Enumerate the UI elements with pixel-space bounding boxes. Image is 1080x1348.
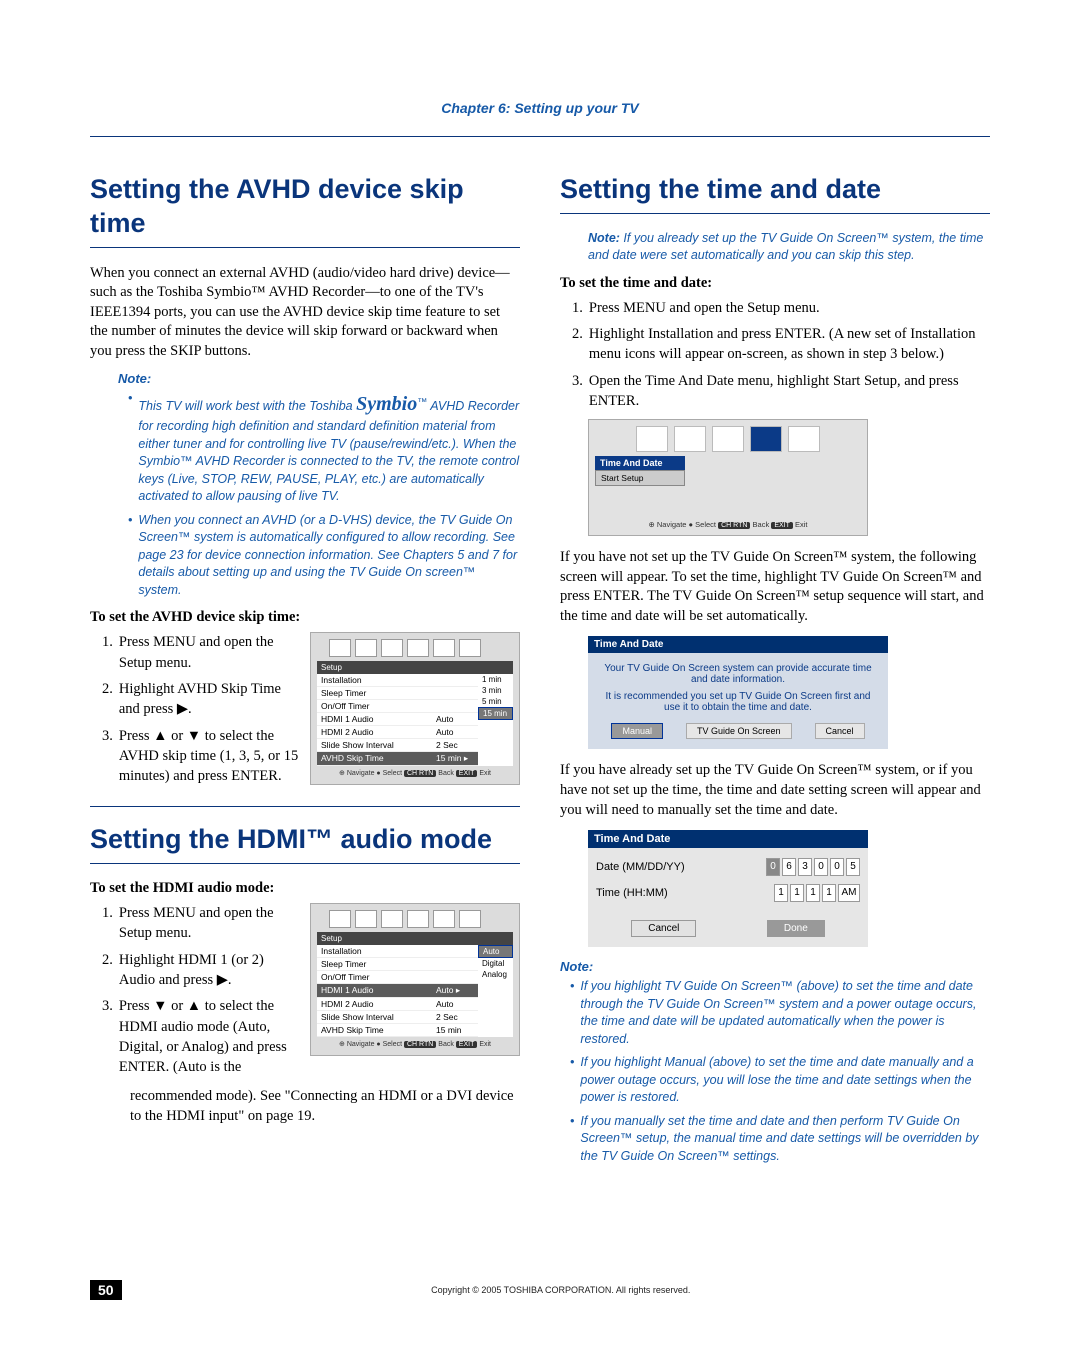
para-after-shot1: If you have not set up the TV Guide On S… bbox=[560, 548, 990, 626]
note2-c: •If you manually set the time and date a… bbox=[560, 1113, 990, 1166]
note-item-1: • This TV will work best with the Toshib… bbox=[118, 390, 520, 506]
rule-hdmi bbox=[90, 863, 520, 864]
tp-done-button[interactable]: Done bbox=[767, 920, 825, 937]
avhd-step-3: Press ▲ or ▼ to select the AVHD skip tim… bbox=[119, 726, 300, 787]
menu-tab-2: Setup bbox=[317, 932, 513, 945]
tg-cancel-button[interactable]: Cancel bbox=[815, 723, 865, 739]
hdmi-step-1: Press MENU and open the Setup menu. bbox=[119, 903, 300, 944]
time-label: Time (HH:MM) bbox=[596, 887, 668, 899]
tg-manual-button[interactable]: Manual bbox=[611, 723, 663, 739]
note2-b: •If you highlight Manual (above) to set … bbox=[560, 1054, 990, 1107]
tp-head: Time And Date bbox=[588, 830, 868, 848]
copyright: Copyright © 2005 TOSHIBA CORPORATION. Al… bbox=[132, 1285, 990, 1295]
avhd-step-1: Press MENU and open the Setup menu. bbox=[119, 632, 300, 673]
hdmi-step-2: Highlight HDMI 1 (or 2) Audio and press … bbox=[119, 950, 300, 991]
tg-tvguide-button[interactable]: TV Guide On Screen bbox=[686, 723, 792, 739]
setup-menu-avhd: Setup InstallationSleep TimerOn/Off Time… bbox=[310, 632, 520, 785]
avhd-step-2: Highlight AVHD Skip Time and press ▶. bbox=[119, 679, 300, 720]
menu-tab: Setup bbox=[317, 661, 513, 674]
note-1a-post: AVHD Recorder for recording high definit… bbox=[138, 399, 519, 503]
hdmi-tail: recommended mode). See "Connecting an HD… bbox=[90, 1086, 520, 1127]
time-steps-head: To set the time and date: bbox=[560, 275, 990, 292]
note-1b: When you connect an AVHD (or a D-VHS) de… bbox=[138, 512, 520, 600]
rule-mid bbox=[90, 806, 520, 807]
heading-hdmi: Setting the HDMI™ audio mode bbox=[90, 823, 520, 857]
heading-time: Setting the time and date bbox=[560, 173, 990, 207]
tg-head: Time And Date bbox=[588, 636, 888, 653]
avhd-paragraph: When you connect an external AVHD (audio… bbox=[90, 264, 520, 362]
tg-msg1: Your TV Guide On Screen system can provi… bbox=[600, 663, 876, 685]
heading-avhd: Setting the AVHD device skip time bbox=[90, 173, 520, 241]
rule-avhd bbox=[90, 247, 520, 248]
left-column: Setting the AVHD device skip time When y… bbox=[90, 173, 520, 1171]
rule-top bbox=[90, 136, 990, 137]
chapter-header: Chapter 6: Setting up your TV bbox=[90, 100, 990, 116]
hdmi-step-3: Press ▼ or ▲ to select the HDMI audio mo… bbox=[119, 996, 300, 1077]
hdmi-steps-head: To set the HDMI audio mode: bbox=[90, 880, 520, 897]
tp-cancel-button[interactable]: Cancel bbox=[631, 920, 696, 937]
avhd-steps-head: To set the AVHD device skip time: bbox=[90, 609, 520, 626]
tv-guide-dialog: Time And Date Your TV Guide On Screen sy… bbox=[588, 636, 888, 749]
note2-label: Note: bbox=[560, 959, 990, 974]
time-step-1: Press MENU and open the Setup menu. bbox=[589, 298, 820, 318]
time-step-3: Open the Time And Date menu, highlight S… bbox=[589, 371, 990, 412]
note-label: Note: bbox=[118, 371, 520, 386]
date-label: Date (MM/DD/YY) bbox=[596, 861, 685, 873]
setup-menu-hdmi: Setup InstallationSleep TimerOn/Off Time… bbox=[310, 903, 520, 1056]
rule-time bbox=[560, 213, 990, 214]
para-after-tg: If you have already set up the TV Guide … bbox=[560, 761, 990, 820]
right-column: Setting the time and date Note: If you a… bbox=[560, 173, 990, 1171]
installation-menu: Time And Date Start Setup ⊕ Navigate ● S… bbox=[588, 419, 868, 536]
footer: 50 Copyright © 2005 TOSHIBA CORPORATION.… bbox=[90, 1280, 990, 1300]
time-step-2: Highlight Installation and press ENTER. … bbox=[589, 324, 990, 365]
time-date-dialog: Time And Date Date (MM/DD/YY) 063005 Tim… bbox=[588, 830, 868, 947]
time-date-tab: Time And Date bbox=[595, 456, 685, 470]
note-item-2: • When you connect an AVHD (or a D-VHS) … bbox=[118, 512, 520, 600]
note-1a-pre: This TV will work best with the Toshiba bbox=[138, 399, 356, 413]
start-setup-item: Start Setup bbox=[595, 470, 685, 486]
tg-msg2: It is recommended you set up TV Guide On… bbox=[600, 691, 876, 713]
time-note-top: Note: If you already set up the TV Guide… bbox=[588, 230, 990, 265]
symbio-logo: Symbio bbox=[356, 393, 417, 415]
note2-a: •If you highlight TV Guide On Screen™ (a… bbox=[560, 978, 990, 1048]
page-number: 50 bbox=[90, 1280, 122, 1300]
